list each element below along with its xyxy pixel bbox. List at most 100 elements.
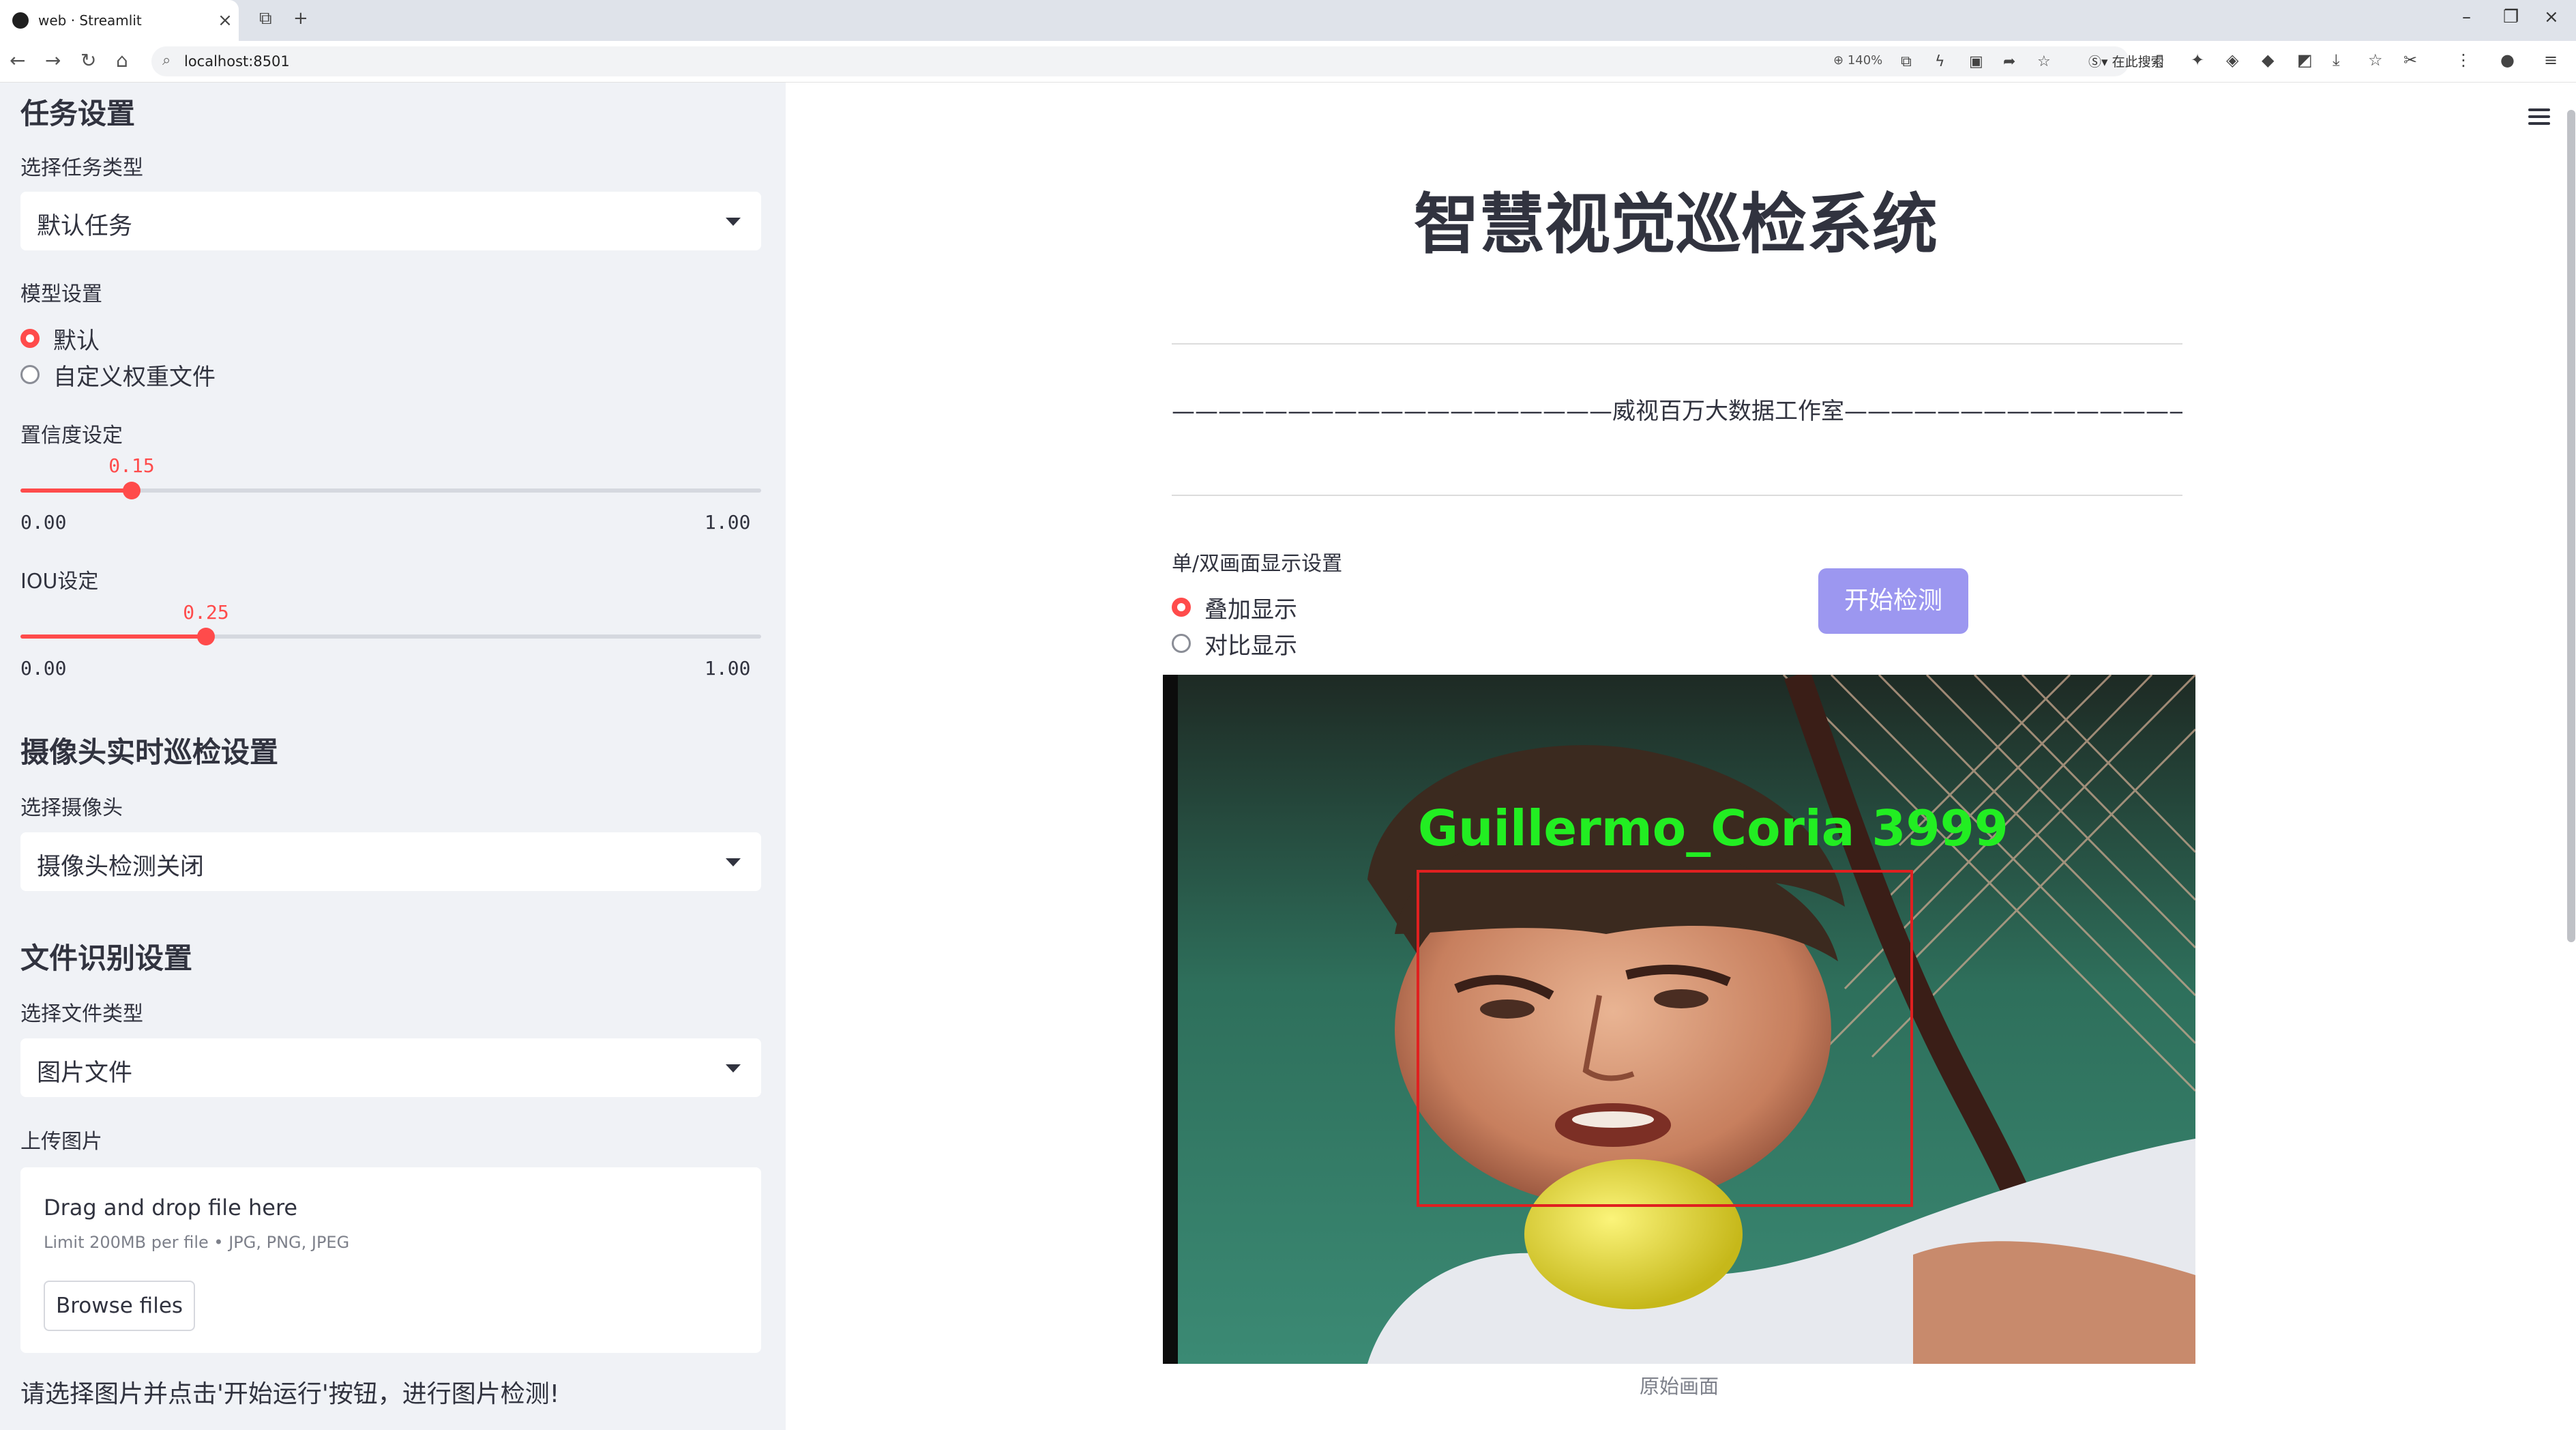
iou-value: 0.25 <box>183 601 229 624</box>
reload-icon[interactable]: ↻ <box>80 49 96 72</box>
restore-icon[interactable]: ❐ <box>2503 7 2519 27</box>
file-type-value: 图片文件 <box>37 1060 133 1087</box>
start-detection-button[interactable]: 开始检测 <box>1818 568 1968 634</box>
file-uploader-dropzone[interactable]: Drag and drop file here Limit 200MB per … <box>20 1167 761 1353</box>
model-option-default[interactable]: 默认 <box>20 321 100 355</box>
radio-selected-icon[interactable] <box>1172 598 1191 617</box>
task-type-label: 选择任务类型 <box>20 156 143 180</box>
browser-tab[interactable]: web · Streamlit × <box>0 0 239 41</box>
upload-label: 上传图片 <box>20 1130 102 1154</box>
radio-selected-icon[interactable] <box>20 329 40 348</box>
radio-unselected-icon[interactable] <box>20 365 40 384</box>
extension-icon[interactable]: ◩ <box>2297 50 2313 70</box>
display-option-compare[interactable]: 对比显示 <box>1172 626 1297 660</box>
confidence-min: 0.00 <box>20 511 67 534</box>
search-icon: ⌕ <box>162 52 171 69</box>
display-option-label: 叠加显示 <box>1204 596 1297 624</box>
confidence-max: 1.00 <box>705 511 751 534</box>
more-menu-icon[interactable]: ⋮ <box>2455 50 2472 70</box>
upload-limit: Limit 200MB per file • JPG, PNG, JPEG <box>44 1233 350 1252</box>
confidence-slider[interactable] <box>20 482 761 499</box>
streamlit-favicon-icon <box>12 12 29 29</box>
profile-avatar-icon[interactable]: ● <box>2500 50 2515 70</box>
address-bar[interactable]: ⌕ localhost:8501 ⊕ 140% ⧉ ϟ ▣ ➦ ☆ Ⓢ▾ 在此搜… <box>151 46 2164 76</box>
browser-tabstrip: web · Streamlit × ⧉ + – ❐ × <box>0 0 2576 41</box>
camera-label: 选择摄像头 <box>20 796 123 820</box>
address-text: localhost:8501 <box>184 53 290 70</box>
iou-slider-thumb[interactable] <box>197 628 215 645</box>
browse-files-button[interactable]: Browse files <box>44 1281 195 1331</box>
radio-unselected-icon[interactable] <box>1172 634 1191 653</box>
tab-groups-icon[interactable]: ⧉ <box>259 8 272 29</box>
divider <box>1172 495 2182 496</box>
iou-slider-fill <box>20 634 206 639</box>
new-tab-icon[interactable]: + <box>293 8 308 29</box>
download-icon[interactable]: ⤓ <box>2333 50 2340 70</box>
camera-select[interactable]: 摄像头检测关闭 <box>20 832 761 891</box>
model-option-label: 默认 <box>53 327 100 355</box>
window-close-icon[interactable]: × <box>2544 7 2559 27</box>
confidence-slider-thumb[interactable] <box>123 482 140 499</box>
iou-min: 0.00 <box>20 657 67 680</box>
main-content: 智慧视觉巡检系统 ———————————————————威视百万大数据工作室——… <box>786 83 2576 1430</box>
page-title: 智慧视觉巡检系统 <box>1414 186 1938 263</box>
zoom-level: 140% <box>1847 53 1883 68</box>
sidebar: 任务设置 选择任务类型 默认任务 模型设置 默认 自定义权重文件 置信度设定 0… <box>0 83 786 1430</box>
detection-image: Guillermo_Coria 3999 <box>1163 675 2195 1364</box>
file-type-select[interactable]: 图片文件 <box>20 1038 761 1097</box>
screenshot-icon[interactable]: ✂ <box>2403 50 2417 70</box>
model-option-custom[interactable]: 自定义权重文件 <box>20 358 216 392</box>
translate-icon[interactable]: ⧉ <box>1901 53 1912 70</box>
search-engine-box[interactable]: Ⓢ▾ 在此搜索 <box>2088 50 2272 74</box>
app-window: web · Streamlit × ⧉ + – ❐ × ← → ↻ ⌂ ⌕ lo… <box>0 0 2576 1430</box>
divider <box>1172 343 2182 345</box>
phone-icon[interactable]: ▯ <box>2155 50 2164 70</box>
chevron-down-icon <box>726 858 741 866</box>
camera-settings-heading: 摄像头实时巡检设置 <box>20 735 279 769</box>
confidence-label: 置信度设定 <box>20 424 123 448</box>
extension-icon[interactable]: ✦ <box>2191 50 2204 70</box>
task-type-select[interactable]: 默认任务 <box>20 192 761 250</box>
tab-title: web · Streamlit <box>38 12 142 29</box>
chevron-down-icon <box>726 1064 741 1072</box>
iou-max: 1.00 <box>705 657 751 680</box>
close-tab-icon[interactable]: × <box>211 10 239 31</box>
task-type-value: 默认任务 <box>37 213 133 240</box>
model-option-label: 自定义权重文件 <box>53 363 216 391</box>
bookmark-star-icon[interactable]: ☆ <box>2037 53 2051 70</box>
confidence-value: 0.15 <box>108 454 155 477</box>
lightning-icon[interactable]: ϟ <box>1935 53 1945 70</box>
extension-icon[interactable]: ◆ <box>2262 50 2274 70</box>
display-mode-label: 单/双画面显示设置 <box>1172 552 1343 576</box>
scrollbar[interactable] <box>2567 110 2575 942</box>
forward-icon[interactable]: → <box>45 49 61 72</box>
browser-toolbar: ← → ↻ ⌂ ⌕ localhost:8501 ⊕ 140% ⧉ ϟ ▣ ➦ … <box>0 41 2576 83</box>
reader-icon[interactable]: ▣ <box>1969 53 1983 70</box>
confidence-slider-fill <box>20 488 132 493</box>
file-settings-heading: 文件识别设置 <box>20 942 193 975</box>
sidebar-hint: 请选择图片并点击'开始运行'按钮，进行图片检测! <box>20 1380 560 1408</box>
task-settings-heading: 任务设置 <box>20 97 136 130</box>
chevron-down-icon <box>726 218 741 226</box>
back-icon[interactable]: ← <box>10 49 25 72</box>
detection-image-canvas: Guillermo_Coria 3999 <box>1163 675 2195 1364</box>
iou-slider[interactable] <box>20 628 761 645</box>
camera-value: 摄像头检测关闭 <box>37 853 205 881</box>
share-icon[interactable]: ➦ <box>2003 53 2015 70</box>
model-settings-label: 模型设置 <box>20 282 102 306</box>
home-icon[interactable]: ⌂ <box>116 49 128 72</box>
zoom-indicator[interactable]: ⊕ 140% <box>1833 53 1882 68</box>
minimize-icon[interactable]: – <box>2462 7 2471 27</box>
display-option-label: 对比显示 <box>1204 632 1297 660</box>
upload-title: Drag and drop file here <box>44 1195 298 1221</box>
hamburger-menu-icon[interactable] <box>2528 108 2550 129</box>
file-type-label: 选择文件类型 <box>20 1002 143 1026</box>
studio-banner: ———————————————————威视百万大数据工作室———————————… <box>1172 398 2182 425</box>
browser-menu-icon[interactable]: ≡ <box>2544 50 2558 70</box>
detection-label: Guillermo_Coria 3999 <box>1418 800 2009 857</box>
favorites-icon[interactable]: ☆ <box>2368 50 2383 70</box>
image-caption: 原始画面 <box>1639 1375 1719 1398</box>
extension-icon[interactable]: ◈ <box>2226 50 2238 70</box>
display-option-overlay[interactable]: 叠加显示 <box>1172 590 1297 624</box>
iou-label: IOU设定 <box>20 570 99 594</box>
